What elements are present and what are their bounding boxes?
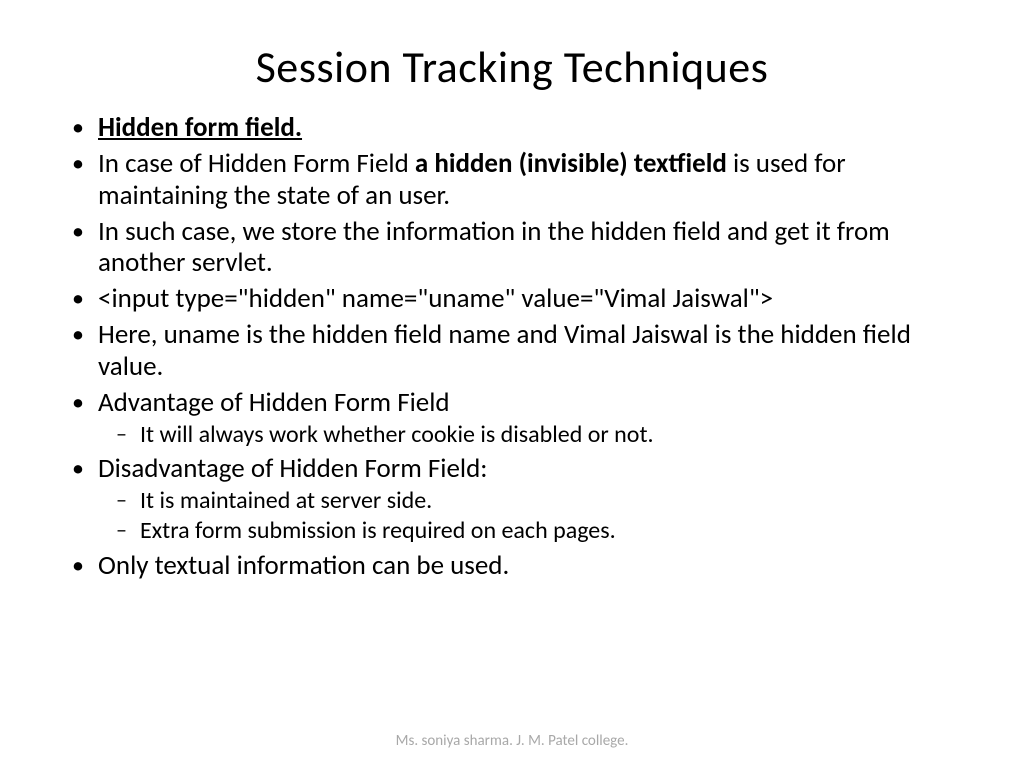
slide-content: Hidden form field. In case of Hidden For… [60, 112, 964, 581]
sub-bullet-form: Extra form submission is required on eac… [98, 517, 964, 545]
bullet-text: Hidden form field. [98, 111, 302, 144]
bullet-text: Only textual information can be used. [98, 549, 509, 582]
bullet-hidden-field-desc: In case of Hidden Form Field a hidden (i… [60, 148, 964, 212]
slide-footer: Ms. soniya sharma. J. M. Patel college. [0, 732, 1024, 750]
bullet-text: In such case, we store the information i… [98, 215, 890, 280]
sub-bullet-server: It is maintained at server side. [98, 487, 964, 515]
bullet-hidden-field-heading: Hidden form field. [60, 112, 964, 144]
slide-title: Session Tracking Techniques [60, 40, 964, 94]
bullet-text: Here, uname is the hidden field name and… [98, 318, 911, 383]
sub-bullet-cookie: It will always work whether cookie is di… [98, 421, 964, 449]
sub-list-advantages: It will always work whether cookie is di… [98, 421, 964, 449]
bullet-store-info: In such case, we store the information i… [60, 216, 964, 280]
bullet-text-pre: In case of Hidden Form Field [98, 147, 415, 180]
bullet-text: <input type="hidden" name="uname" value=… [98, 282, 773, 315]
sub-bullet-text: Extra form submission is required on eac… [140, 516, 616, 545]
sub-bullet-text: It will always work whether cookie is di… [140, 420, 654, 449]
bullet-textual-only: Only textual information can be used. [60, 550, 964, 582]
bullet-advantage-heading: Advantage of Hidden Form Field It will a… [60, 387, 964, 449]
bullet-text-bold: a hidden (invisible) textfield [415, 147, 727, 180]
bullet-list: Hidden form field. In case of Hidden For… [60, 112, 964, 581]
slide-container: Session Tracking Techniques Hidden form … [0, 0, 1024, 768]
bullet-field-explanation: Here, uname is the hidden field name and… [60, 319, 964, 383]
bullet-disadvantage-heading: Disadvantage of Hidden Form Field: It is… [60, 453, 964, 545]
sub-list-disadvantages: It is maintained at server side. Extra f… [98, 487, 964, 546]
bullet-code-example: <input type="hidden" name="uname" value=… [60, 283, 964, 315]
bullet-text: Disadvantage of Hidden Form Field: [98, 452, 488, 485]
bullet-text: Advantage of Hidden Form Field [98, 386, 450, 419]
sub-bullet-text: It is maintained at server side. [140, 486, 432, 515]
